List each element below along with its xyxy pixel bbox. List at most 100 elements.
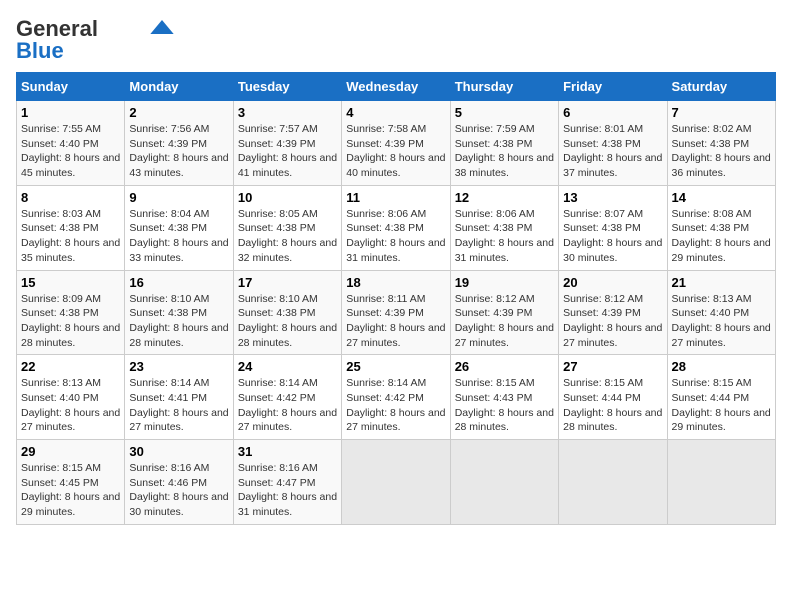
calendar-cell: 18 Sunrise: 8:11 AMSunset: 4:39 PMDayligh…: [342, 270, 450, 355]
calendar-cell: 17 Sunrise: 8:10 AMSunset: 4:38 PMDayligh…: [233, 270, 341, 355]
day-info: Sunrise: 8:15 AMSunset: 4:44 PMDaylight:…: [563, 377, 662, 433]
day-number: 26: [455, 359, 554, 374]
day-number: 10: [238, 190, 337, 205]
day-info: Sunrise: 8:06 AMSunset: 4:38 PMDaylight:…: [346, 208, 445, 264]
day-number: 31: [238, 444, 337, 459]
day-number: 23: [129, 359, 228, 374]
day-info: Sunrise: 8:11 AMSunset: 4:39 PMDaylight:…: [346, 293, 445, 349]
day-info: Sunrise: 7:56 AMSunset: 4:39 PMDaylight:…: [129, 123, 228, 179]
day-number: 27: [563, 359, 662, 374]
calendar-cell: 30 Sunrise: 8:16 AMSunset: 4:46 PMDayligh…: [125, 440, 233, 525]
calendar-cell: 5 Sunrise: 7:59 AMSunset: 4:38 PMDaylight…: [450, 101, 558, 186]
column-header-wednesday: Wednesday: [342, 73, 450, 101]
day-number: 14: [672, 190, 771, 205]
day-number: 12: [455, 190, 554, 205]
day-info: Sunrise: 8:12 AMSunset: 4:39 PMDaylight:…: [563, 293, 662, 349]
calendar-cell: 27 Sunrise: 8:15 AMSunset: 4:44 PMDayligh…: [559, 355, 667, 440]
day-info: Sunrise: 8:08 AMSunset: 4:38 PMDaylight:…: [672, 208, 771, 264]
calendar-week-2: 8 Sunrise: 8:03 AMSunset: 4:38 PMDaylight…: [17, 185, 776, 270]
day-number: 21: [672, 275, 771, 290]
day-number: 8: [21, 190, 120, 205]
day-number: 5: [455, 105, 554, 120]
calendar-week-5: 29 Sunrise: 8:15 AMSunset: 4:45 PMDayligh…: [17, 440, 776, 525]
day-number: 1: [21, 105, 120, 120]
calendar-cell: 24Sunrise: 8:14 AMSunset: 4:42 PMDayligh…: [233, 355, 341, 440]
day-info: Sunrise: 8:15 AMSunset: 4:43 PMDaylight:…: [455, 377, 554, 433]
day-number: 13: [563, 190, 662, 205]
day-info: Sunrise: 7:58 AMSunset: 4:39 PMDaylight:…: [346, 123, 445, 179]
calendar-cell: 7 Sunrise: 8:02 AMSunset: 4:38 PMDaylight…: [667, 101, 775, 186]
day-info: Sunrise: 8:14 AMSunset: 4:41 PMDaylight:…: [129, 377, 228, 433]
calendar-cell: 28Sunrise: 8:15 AMSunset: 4:44 PMDayligh…: [667, 355, 775, 440]
logo: General Blue: [16, 16, 174, 64]
calendar-table: SundayMondayTuesdayWednesdayThursdayFrid…: [16, 72, 776, 525]
calendar-cell: 4 Sunrise: 7:58 AMSunset: 4:39 PMDaylight…: [342, 101, 450, 186]
calendar-cell: [667, 440, 775, 525]
column-header-sunday: Sunday: [17, 73, 125, 101]
column-header-friday: Friday: [559, 73, 667, 101]
calendar-cell: 16Sunrise: 8:10 AMSunset: 4:38 PMDayligh…: [125, 270, 233, 355]
calendar-cell: [559, 440, 667, 525]
day-info: Sunrise: 8:02 AMSunset: 4:38 PMDaylight:…: [672, 123, 771, 179]
day-number: 20: [563, 275, 662, 290]
calendar-cell: 12Sunrise: 8:06 AMSunset: 4:38 PMDayligh…: [450, 185, 558, 270]
logo-icon: [150, 20, 174, 34]
calendar-cell: 31 Sunrise: 8:16 AMSunset: 4:47 PMDayligh…: [233, 440, 341, 525]
calendar-cell: 19 Sunrise: 8:12 AMSunset: 4:39 PMDayligh…: [450, 270, 558, 355]
column-header-monday: Monday: [125, 73, 233, 101]
calendar-cell: 2Sunrise: 7:56 AMSunset: 4:39 PMDaylight…: [125, 101, 233, 186]
day-info: Sunrise: 8:10 AMSunset: 4:38 PMDaylight:…: [238, 293, 337, 349]
calendar-cell: 3 Sunrise: 7:57 AMSunset: 4:39 PMDaylight…: [233, 101, 341, 186]
day-number: 11: [346, 190, 445, 205]
day-number: 17: [238, 275, 337, 290]
calendar-cell: 22 Sunrise: 8:13 AMSunset: 4:40 PMDayligh…: [17, 355, 125, 440]
day-number: 19: [455, 275, 554, 290]
day-number: 25: [346, 359, 445, 374]
calendar-header-row: SundayMondayTuesdayWednesdayThursdayFrid…: [17, 73, 776, 101]
calendar-cell: [342, 440, 450, 525]
calendar-cell: 25 Sunrise: 8:14 AMSunset: 4:42 PMDayligh…: [342, 355, 450, 440]
day-number: 6: [563, 105, 662, 120]
day-number: 22: [21, 359, 120, 374]
day-number: 3: [238, 105, 337, 120]
day-info: Sunrise: 8:07 AMSunset: 4:38 PMDaylight:…: [563, 208, 662, 264]
day-number: 16: [129, 275, 228, 290]
calendar-cell: 29 Sunrise: 8:15 AMSunset: 4:45 PMDayligh…: [17, 440, 125, 525]
day-info: Sunrise: 8:15 AMSunset: 4:44 PMDaylight:…: [672, 377, 771, 433]
calendar-cell: 21Sunrise: 8:13 AMSunset: 4:40 PMDayligh…: [667, 270, 775, 355]
day-info: Sunrise: 8:03 AMSunset: 4:38 PMDaylight:…: [21, 208, 120, 264]
day-info: Sunrise: 8:16 AMSunset: 4:46 PMDaylight:…: [129, 462, 228, 518]
column-header-thursday: Thursday: [450, 73, 558, 101]
day-info: Sunrise: 7:59 AMSunset: 4:38 PMDaylight:…: [455, 123, 554, 179]
day-number: 4: [346, 105, 445, 120]
day-info: Sunrise: 8:16 AMSunset: 4:47 PMDaylight:…: [238, 462, 337, 518]
calendar-cell: 26 Sunrise: 8:15 AMSunset: 4:43 PMDayligh…: [450, 355, 558, 440]
day-number: 29: [21, 444, 120, 459]
calendar-cell: 8 Sunrise: 8:03 AMSunset: 4:38 PMDaylight…: [17, 185, 125, 270]
calendar-body: 1 Sunrise: 7:55 AMSunset: 4:40 PMDaylight…: [17, 101, 776, 525]
day-number: 7: [672, 105, 771, 120]
header: General Blue: [16, 16, 776, 64]
calendar-cell: 15Sunrise: 8:09 AMSunset: 4:38 PMDayligh…: [17, 270, 125, 355]
day-info: Sunrise: 8:01 AMSunset: 4:38 PMDaylight:…: [563, 123, 662, 179]
day-info: Sunrise: 8:13 AMSunset: 4:40 PMDaylight:…: [21, 377, 120, 433]
calendar-cell: 11 Sunrise: 8:06 AMSunset: 4:38 PMDayligh…: [342, 185, 450, 270]
calendar-cell: [450, 440, 558, 525]
day-info: Sunrise: 7:55 AMSunset: 4:40 PMDaylight:…: [21, 123, 120, 179]
day-number: 18: [346, 275, 445, 290]
calendar-cell: 23 Sunrise: 8:14 AMSunset: 4:41 PMDayligh…: [125, 355, 233, 440]
day-number: 30: [129, 444, 228, 459]
column-header-saturday: Saturday: [667, 73, 775, 101]
calendar-cell: 20 Sunrise: 8:12 AMSunset: 4:39 PMDayligh…: [559, 270, 667, 355]
day-info: Sunrise: 8:15 AMSunset: 4:45 PMDaylight:…: [21, 462, 120, 518]
calendar-cell: 10 Sunrise: 8:05 AMSunset: 4:38 PMDayligh…: [233, 185, 341, 270]
calendar-week-4: 22 Sunrise: 8:13 AMSunset: 4:40 PMDayligh…: [17, 355, 776, 440]
day-info: Sunrise: 8:12 AMSunset: 4:39 PMDaylight:…: [455, 293, 554, 349]
calendar-cell: 9Sunrise: 8:04 AMSunset: 4:38 PMDaylight…: [125, 185, 233, 270]
day-number: 24: [238, 359, 337, 374]
day-info: Sunrise: 8:05 AMSunset: 4:38 PMDaylight:…: [238, 208, 337, 264]
calendar-week-3: 15Sunrise: 8:09 AMSunset: 4:38 PMDayligh…: [17, 270, 776, 355]
day-info: Sunrise: 8:04 AMSunset: 4:38 PMDaylight:…: [129, 208, 228, 264]
day-info: Sunrise: 7:57 AMSunset: 4:39 PMDaylight:…: [238, 123, 337, 179]
day-info: Sunrise: 8:14 AMSunset: 4:42 PMDaylight:…: [346, 377, 445, 433]
